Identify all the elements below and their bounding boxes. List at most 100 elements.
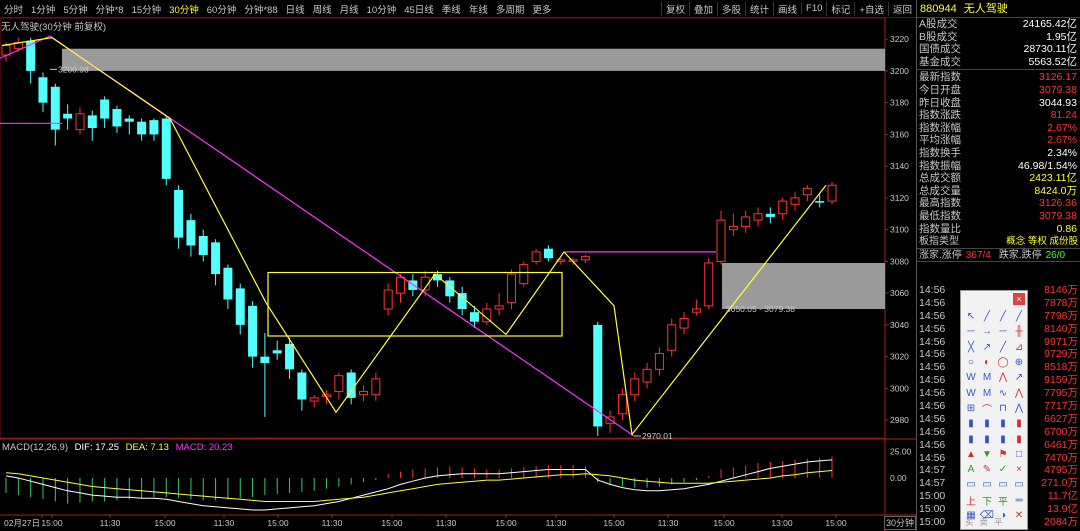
period-tab-15[interactable]: 多周期 xyxy=(492,2,529,16)
line-icon[interactable]: ╱ xyxy=(979,309,995,324)
mark-icon[interactable]: ✓ xyxy=(995,462,1011,477)
fib-line-icon[interactable]: ╱ xyxy=(995,340,1011,355)
period-tab-13[interactable]: 季线 xyxy=(438,2,465,16)
toolbar-button-7[interactable]: +自选 xyxy=(854,1,888,16)
bars5-icon[interactable]: ▮ xyxy=(963,431,979,446)
hline2-icon[interactable]: ═ xyxy=(1011,493,1027,508)
x-tick-label: 15:00 xyxy=(41,518,63,528)
period-tab-5[interactable]: 30分钟 xyxy=(165,2,203,16)
rect3-icon[interactable]: ▭ xyxy=(995,477,1011,492)
flat-label-icon[interactable]: 平 xyxy=(995,493,1011,508)
bars8-icon[interactable]: ▮ xyxy=(1011,431,1027,446)
wave-w-icon[interactable]: W xyxy=(963,370,979,385)
toolbar-button-2[interactable]: 多股 xyxy=(716,1,745,16)
period-tab-3[interactable]: 分钟*8 xyxy=(92,2,128,16)
stat-label: 平均涨幅 xyxy=(919,134,961,147)
wave-w2-icon[interactable]: W xyxy=(963,385,979,400)
toolbar-button-0[interactable]: 复权 xyxy=(660,1,689,16)
period-tab-9[interactable]: 周线 xyxy=(309,2,336,16)
x-tick-label: 11:30 xyxy=(214,518,235,528)
tick-volume: 6700万 xyxy=(1044,425,1078,438)
wave-icon[interactable]: ∿ xyxy=(995,385,1011,400)
up-label-icon[interactable]: 上 xyxy=(963,493,979,508)
arch-icon[interactable]: ⌒ xyxy=(979,401,995,416)
period-tab-6[interactable]: 60分钟 xyxy=(203,2,241,16)
tick-time: 14:56 xyxy=(919,309,946,322)
drawing-tools-palette[interactable]: × ↖ ╱ ╱ ╱ ─ → ─ ╫ ╳ ↗ ╱ ⊿ ○ ◐ ◯ ⊕ W M ⋀ ↗ W M ∿ ⋀ ⊞ ⌒ ⊓ ⋀ ▮ ▮ ▮ ▮ ▮ ▮ ▮ ▮ ▲ ▼… xyxy=(960,290,1028,530)
extend-icon[interactable]: ↗ xyxy=(979,340,995,355)
bars3-icon[interactable]: ▮ xyxy=(995,416,1011,431)
down-label-icon[interactable]: 下 xyxy=(979,493,995,508)
zigzag2-icon[interactable]: ⋀ xyxy=(1011,401,1027,416)
fan-icon[interactable]: ⊿ xyxy=(1011,340,1027,355)
period-tab-0[interactable]: 分时 xyxy=(0,2,27,16)
line2-icon[interactable]: ╱ xyxy=(1011,309,1027,324)
bars2-icon[interactable]: ▮ xyxy=(979,416,995,431)
macd-dif-line xyxy=(5,459,833,511)
circle-icon[interactable]: ○ xyxy=(963,355,979,370)
cross-icon[interactable]: × xyxy=(1011,462,1027,477)
index-type-tags[interactable]: 概念 等权 成份股 xyxy=(1006,235,1078,248)
period-tab-4[interactable]: 15分钟 xyxy=(128,2,166,16)
delete-icon[interactable]: ✕ xyxy=(1011,508,1027,523)
wave3-icon[interactable]: ↗ xyxy=(1011,370,1027,385)
rect2-icon[interactable]: ▭ xyxy=(979,477,995,492)
period-tab-2[interactable]: 5分钟 xyxy=(59,2,91,16)
stat-row: 国债成交 28730.11亿 xyxy=(917,43,1080,56)
hline-icon[interactable]: ─ xyxy=(995,324,1011,339)
peak-icon[interactable]: ⋀ xyxy=(1011,385,1027,400)
bars4-icon[interactable]: ▮ xyxy=(1011,416,1027,431)
period-tab-7[interactable]: 分钟*88 xyxy=(240,2,281,16)
square-icon[interactable]: □ xyxy=(1011,447,1027,462)
toolbar-button-4[interactable]: 画线 xyxy=(773,1,801,16)
wave-m-icon[interactable]: M xyxy=(979,370,995,385)
bars6-icon[interactable]: ▮ xyxy=(979,431,995,446)
wave-m2-icon[interactable]: M xyxy=(979,385,995,400)
toolbar-button-5[interactable]: F10 xyxy=(801,3,826,14)
arrow-line-icon[interactable]: → xyxy=(979,324,995,339)
channel-icon[interactable]: ╫ xyxy=(1011,324,1027,339)
ellipse-icon[interactable]: ◯ xyxy=(995,355,1011,370)
period-tab-14[interactable]: 年线 xyxy=(465,2,492,16)
kline-chart[interactable]: 3220 3200 3180 3160 3140 3120 3100 3080 3060 3040… xyxy=(0,18,916,531)
trade-shortcut-1[interactable]: 卖 xyxy=(980,516,989,528)
stat-value: 81.24 xyxy=(1050,109,1077,122)
toolbar-button-8[interactable]: 返回 xyxy=(887,1,916,16)
period-tab-10[interactable]: 月线 xyxy=(336,2,363,16)
rect-icon[interactable]: ▭ xyxy=(963,477,979,492)
text-icon[interactable]: A xyxy=(963,462,979,477)
bracket-icon[interactable]: ⊓ xyxy=(995,401,1011,416)
period-tab-12[interactable]: 45日线 xyxy=(400,2,438,16)
flag-icon[interactable]: ⚑ xyxy=(995,447,1011,462)
down-arrow-icon[interactable]: ▼ xyxy=(979,447,995,462)
bars7-icon[interactable]: ▮ xyxy=(995,431,1011,446)
stat-label: 指数量比 xyxy=(919,222,961,235)
trade-shortcut-0[interactable]: 买 xyxy=(965,516,974,528)
close-icon[interactable]: × xyxy=(1013,293,1025,305)
period-tab-8[interactable]: 日线 xyxy=(282,2,309,16)
bars-icon[interactable]: ▮ xyxy=(963,416,979,431)
fib-ext-icon[interactable]: ⊞ xyxy=(963,401,979,416)
parallel-icon[interactable]: ╳ xyxy=(963,340,979,355)
pen-icon[interactable]: ✎ xyxy=(979,462,995,477)
zigzag-icon[interactable]: ⋀ xyxy=(995,370,1011,385)
toolbar-button-3[interactable]: 统计 xyxy=(745,1,773,16)
ray-icon[interactable]: ╱ xyxy=(995,309,1011,324)
candle-body xyxy=(519,264,529,285)
candle-body xyxy=(87,115,97,129)
arc-icon[interactable]: ◐ xyxy=(979,355,995,370)
stat-label: 基金成交 xyxy=(919,55,961,68)
gann-icon[interactable]: ⊕ xyxy=(1011,355,1027,370)
cursor-icon[interactable]: ↖ xyxy=(963,309,979,324)
toolbar-button-1[interactable]: 叠加 xyxy=(688,1,717,16)
toolbar-button-6[interactable]: 标记 xyxy=(826,1,854,16)
period-tab-16[interactable]: 更多 xyxy=(528,2,555,16)
stat-value: 3079.38 xyxy=(1039,209,1077,222)
period-tab-1[interactable]: 1分钟 xyxy=(27,2,59,16)
rect4-icon[interactable]: ▭ xyxy=(1011,477,1027,492)
segment-icon[interactable]: ─ xyxy=(963,324,979,339)
period-tab-11[interactable]: 10分钟 xyxy=(363,2,401,16)
period-badge[interactable]: 30分钟 xyxy=(884,516,916,530)
up-arrow-icon[interactable]: ▲ xyxy=(963,447,979,462)
trade-shortcut-2[interactable]: 平 xyxy=(994,516,1003,528)
